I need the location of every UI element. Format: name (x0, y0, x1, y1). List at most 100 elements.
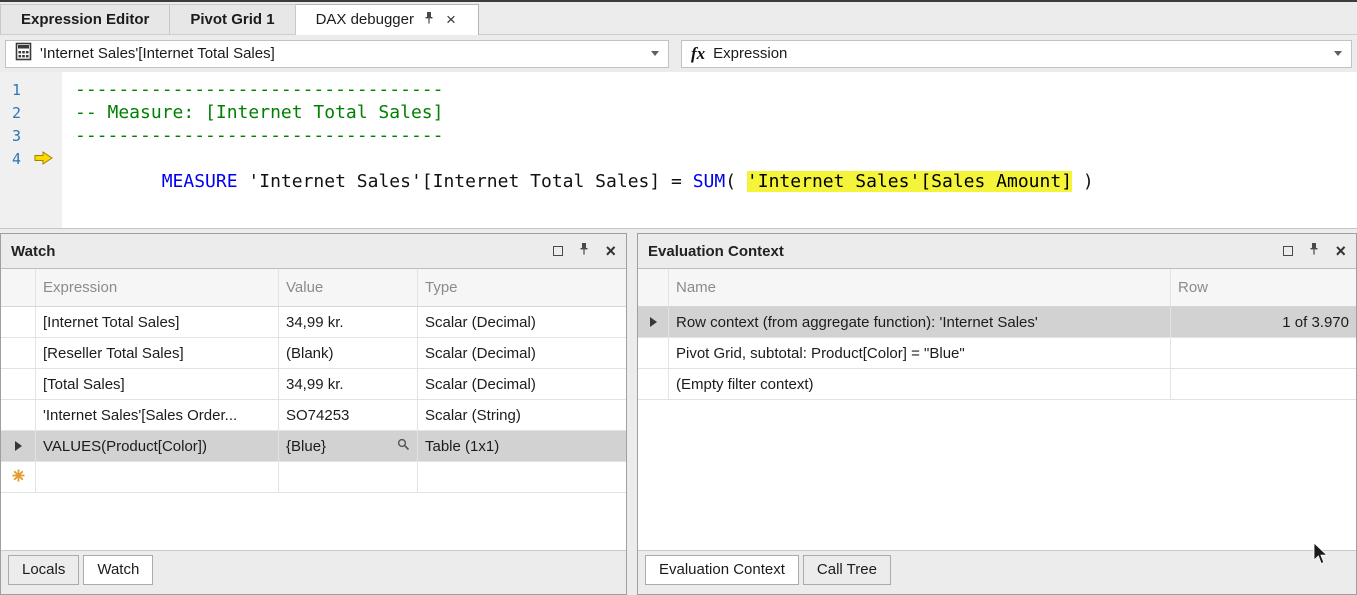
row-indicator-icon (650, 317, 657, 327)
close-icon[interactable]: × (444, 13, 458, 27)
evaluation-grid-header: Name Row (638, 269, 1356, 307)
mouse-cursor (1313, 543, 1333, 570)
editor-gutter: 1 2 3 4 (0, 72, 62, 228)
row-gutter (1, 462, 36, 492)
measure-selector-dropdown[interactable]: 'Internet Sales'[Internet Total Sales] (5, 40, 669, 68)
expression-combo-value: Expression (713, 45, 787, 62)
row-gutter (1, 431, 36, 461)
watch-value: {Blue} (286, 438, 326, 455)
watch-expression: VALUES(Product[Color]) (43, 438, 207, 455)
pin-icon[interactable] (423, 11, 435, 29)
watch-value: SO74253 (286, 407, 349, 424)
highlighted-expression: 'Internet Sales'[Sales Amount] (747, 171, 1072, 192)
line-number: 1 (12, 81, 21, 99)
column-header-value[interactable]: Value (279, 269, 418, 306)
row-gutter (1, 369, 36, 399)
magnifier-icon[interactable] (397, 438, 410, 455)
context-row-selected[interactable]: Row context (from aggregate function): '… (638, 307, 1356, 338)
evaluation-context-panel: Evaluation Context × Name Row (637, 233, 1357, 595)
watch-row[interactable]: 'Internet Sales'[Sales Order... SO74253 … (1, 400, 626, 431)
tab-label: Expression Editor (21, 11, 149, 28)
watch-expression: [Reseller Total Sales] (43, 345, 184, 362)
line-number: 3 (12, 127, 21, 145)
tab-pivot-grid-1[interactable]: Pivot Grid 1 (170, 4, 295, 34)
watch-row-selected[interactable]: VALUES(Product[Color]) {Blue} Table (1x1… (1, 431, 626, 462)
tab-locals[interactable]: Locals (8, 555, 79, 585)
watch-grid: Expression Value Type [Internet Total Sa… (1, 268, 626, 550)
watch-new-row[interactable] (1, 462, 626, 493)
tab-label: Pivot Grid 1 (190, 11, 274, 28)
column-header-name[interactable]: Name (669, 269, 1171, 306)
maximize-icon[interactable] (1283, 246, 1293, 256)
close-icon[interactable]: × (1335, 245, 1346, 257)
gutter-line: 3 (0, 124, 62, 147)
code-line-1: ---------------------------------- (75, 78, 1357, 101)
watch-expression: 'Internet Sales'[Sales Order... (43, 407, 237, 424)
row-indicator-icon (15, 441, 22, 451)
tab-label: DAX debugger (316, 11, 414, 28)
context-row[interactable]: Pivot Grid, subtotal: Product[Color] = "… (638, 338, 1356, 369)
panel-title-text: Evaluation Context (648, 243, 784, 260)
watch-type: Table (1x1) (425, 438, 499, 455)
context-name: (Empty filter context) (676, 376, 814, 393)
context-row[interactable]: (Empty filter context) (638, 369, 1356, 400)
new-watch-star-icon (12, 469, 25, 486)
context-name: Pivot Grid, subtotal: Product[Color] = "… (676, 345, 965, 362)
panel-title-icons: × (553, 242, 616, 260)
tab-dax-debugger[interactable]: DAX debugger × (296, 4, 479, 35)
maximize-icon[interactable] (553, 246, 563, 256)
debugger-toolbar: 'Internet Sales'[Internet Total Sales] f… (0, 35, 1357, 73)
watch-type: Scalar (String) (425, 407, 521, 424)
pin-icon[interactable] (578, 242, 590, 260)
row-gutter (638, 338, 669, 368)
panel-title-text: Watch (11, 243, 55, 260)
column-header-type[interactable]: Type (418, 269, 626, 306)
gutter-line: 1 (0, 78, 62, 101)
watch-panel-tabs: Locals Watch (1, 550, 626, 594)
watch-expression: [Internet Total Sales] (43, 314, 179, 331)
dax-debugger-window: Expression Editor Pivot Grid 1 DAX debug… (0, 0, 1357, 595)
measure-combo-value: 'Internet Sales'[Internet Total Sales] (40, 45, 275, 62)
line-number: 4 (12, 150, 21, 168)
chevron-down-icon (651, 51, 659, 56)
tab-call-tree[interactable]: Call Tree (803, 555, 891, 585)
header-gutter (1, 269, 36, 306)
document-tab-bar: Expression Editor Pivot Grid 1 DAX debug… (0, 2, 1357, 35)
gutter-line: 2 (0, 101, 62, 124)
watch-type: Scalar (Decimal) (425, 376, 536, 393)
header-gutter (638, 269, 669, 306)
watch-row[interactable]: [Total Sales] 34,99 kr. Scalar (Decimal) (1, 369, 626, 400)
row-gutter (1, 338, 36, 368)
context-name: Row context (from aggregate function): '… (676, 314, 1038, 331)
watch-panel: Watch × Expression Value Type (0, 233, 627, 595)
watch-expression: [Total Sales] (43, 376, 125, 393)
watch-row[interactable]: [Internet Total Sales] 34,99 kr. Scalar … (1, 307, 626, 338)
code-line-2: -- Measure: [Internet Total Sales] (75, 101, 1357, 124)
tab-evaluation-context[interactable]: Evaluation Context (645, 555, 799, 585)
dax-code-editor[interactable]: 1 2 3 4 --------------------------------… (0, 72, 1357, 229)
gutter-line: 4 (0, 147, 62, 170)
evaluation-panel-tabs: Evaluation Context Call Tree (638, 550, 1356, 594)
watch-type: Scalar (Decimal) (425, 345, 536, 362)
evaluation-grid: Name Row Row context (from aggregate fun… (638, 268, 1356, 550)
watch-panel-titlebar: Watch × (1, 234, 626, 268)
code-line-3: ---------------------------------- (75, 124, 1357, 147)
context-row-value: 1 of 3.970 (1282, 314, 1349, 331)
watch-row[interactable]: [Reseller Total Sales] (Blank) Scalar (D… (1, 338, 626, 369)
row-gutter (638, 369, 669, 399)
tab-expression-editor[interactable]: Expression Editor (0, 4, 170, 34)
watch-value: 34,99 kr. (286, 314, 344, 331)
evaluation-panel-titlebar: Evaluation Context × (638, 234, 1356, 268)
current-statement-arrow-icon (34, 151, 53, 170)
column-header-row[interactable]: Row (1171, 269, 1356, 306)
expression-selector-dropdown[interactable]: fx Expression (681, 40, 1352, 68)
watch-value: 34,99 kr. (286, 376, 344, 393)
chevron-down-icon (1334, 51, 1342, 56)
tab-watch[interactable]: Watch (83, 555, 153, 585)
row-gutter (1, 400, 36, 430)
code-line-4: MEASURE 'Internet Sales'[Internet Total … (75, 147, 1357, 170)
row-gutter (1, 307, 36, 337)
close-icon[interactable]: × (605, 245, 616, 257)
pin-icon[interactable] (1308, 242, 1320, 260)
column-header-expression[interactable]: Expression (36, 269, 279, 306)
